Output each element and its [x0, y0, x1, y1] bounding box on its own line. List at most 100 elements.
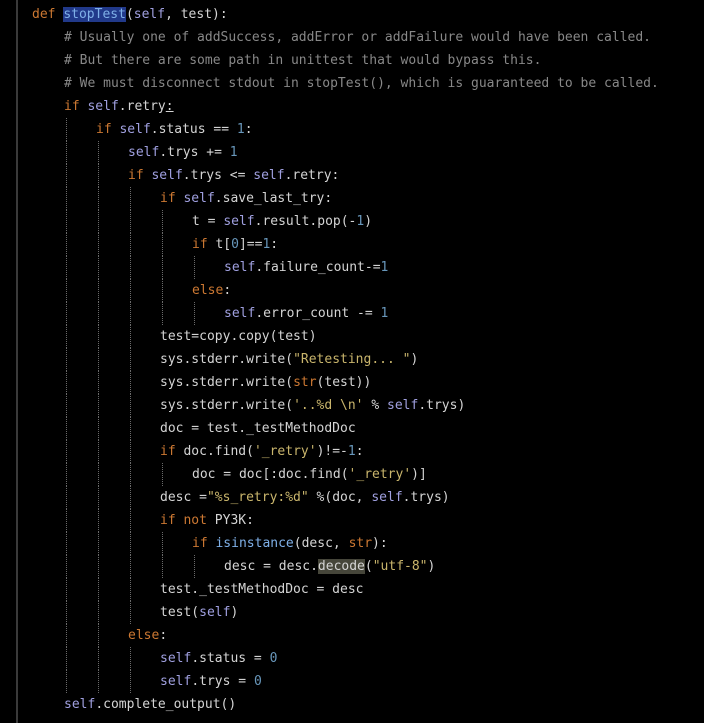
indent-guide [98, 417, 100, 440]
indent-guide [66, 555, 68, 578]
code-line[interactable]: sys.stderr.write("Retesting... ") [160, 348, 418, 371]
indent-guide [98, 486, 100, 509]
indent-guide [66, 210, 68, 233]
code-token: ) [410, 352, 419, 367]
code-line[interactable]: test=copy.copy(test) [160, 325, 317, 348]
code-line[interactable]: if doc.find('_retry')!=-1: [160, 440, 364, 463]
code-token: if [96, 122, 120, 137]
code-token: self [64, 697, 96, 712]
code-token: 1 [380, 260, 389, 275]
code-line[interactable]: self.failure_count-=1 [224, 256, 388, 279]
code-token: 1 [380, 306, 389, 321]
code-line[interactable]: self.trys += 1 [128, 141, 238, 164]
code-line[interactable]: else: [128, 624, 167, 647]
code-token: .retry [118, 99, 166, 114]
code-line[interactable]: if self.save_last_try: [160, 187, 332, 210]
indent-guide [98, 463, 100, 486]
indent-guide [98, 187, 100, 210]
indent-guide [98, 532, 100, 555]
code-line[interactable]: doc = test._testMethodDoc [160, 417, 356, 440]
indent-guide [66, 624, 68, 647]
indent-guide [162, 302, 164, 325]
code-line[interactable]: desc = desc.decode("utf-8") [224, 555, 435, 578]
code-line[interactable]: self.error_count -= 1 [224, 302, 388, 325]
code-token: .trys = [191, 674, 254, 689]
code-line[interactable]: t = self.result.pop(-1) [192, 210, 372, 233]
code-editor[interactable]: def stopTest(self, test): # Usually one o… [0, 0, 704, 723]
indent-guide [162, 233, 164, 256]
code-line[interactable]: self.complete_output() [64, 693, 236, 716]
code-token: '_retry' [253, 444, 317, 459]
indent-guide [98, 624, 100, 647]
code-line[interactable]: if self.status == 1: [96, 118, 253, 141]
code-line[interactable]: test(self) [160, 601, 238, 624]
indent-guide [194, 302, 196, 325]
code-line[interactable]: # We must disconnect stdout in stopTest(… [64, 72, 659, 95]
indent-guide [130, 555, 132, 578]
code-token: ]== [238, 237, 263, 252]
indent-guide [98, 210, 100, 233]
indent-guide [66, 440, 68, 463]
code-line[interactable]: if t[0]==1: [192, 233, 278, 256]
code-line[interactable]: # Usually one of addSuccess, addError or… [64, 26, 651, 49]
code-line[interactable]: sys.stderr.write('..%d \n' % self.trys) [160, 394, 465, 417]
code-token: desc = [160, 490, 207, 505]
code-token: : [159, 628, 168, 643]
code-line[interactable]: if isinstance(desc, str): [192, 532, 388, 555]
code-line[interactable]: # But there are some path in unittest th… [64, 49, 541, 72]
code-token: ( [364, 559, 373, 574]
code-token: 1 [236, 122, 245, 137]
indent-guide [66, 348, 68, 371]
code-token: )!=- [316, 444, 348, 459]
indent-guide [66, 532, 68, 555]
code-token: def [32, 7, 64, 22]
code-token: .error_count -= [255, 306, 381, 321]
indent-guide [98, 555, 100, 578]
code-token: : [270, 237, 279, 252]
code-token: 1 [347, 444, 356, 459]
code-line[interactable]: sys.stderr.write(str(test)) [160, 371, 371, 394]
indent-guide [162, 210, 164, 233]
code-token: self [128, 145, 160, 160]
indent-guide [130, 417, 132, 440]
indent-guide [130, 647, 132, 670]
code-line[interactable]: if not PY3K: [160, 509, 254, 532]
indent-guide [66, 509, 68, 532]
indent-guide [98, 440, 100, 463]
code-line[interactable]: else: [192, 279, 231, 302]
code-token: # Usually one of addSuccess, addError or… [64, 30, 651, 45]
indent-guide [130, 233, 132, 256]
indent-guide [162, 279, 164, 302]
indent-guide [130, 670, 132, 693]
code-line[interactable]: self.status = 0 [160, 647, 277, 670]
code-line[interactable]: if self.trys <= self.retry: [128, 164, 339, 187]
code-line[interactable]: if self.retry: [64, 95, 174, 118]
code-token: .trys) [402, 490, 450, 505]
code-token: else [128, 628, 160, 643]
code-token: if [192, 237, 216, 252]
code-token: test( [160, 605, 200, 620]
indent-guide [194, 256, 196, 279]
code-token: if [160, 191, 184, 206]
code-line[interactable]: doc = doc[:doc.find('_retry')] [192, 463, 427, 486]
indent-guide [98, 394, 100, 417]
code-token: if [128, 168, 152, 183]
code-line[interactable]: def stopTest(self, test): [32, 3, 228, 26]
code-token: self [183, 191, 215, 206]
indent-guide [162, 532, 164, 555]
code-line[interactable]: desc ="%s_retry:%d" %(doc, self.trys) [160, 486, 450, 509]
code-token: # But there are some path in unittest th… [64, 53, 542, 68]
code-token: sys.stderr.write( [160, 398, 294, 413]
code-token: self [253, 168, 285, 183]
indent-guide [130, 371, 132, 394]
gutter-divider [16, 0, 18, 723]
code-line[interactable]: test._testMethodDoc = desc [160, 578, 364, 601]
code-token: test._testMethodDoc = desc [160, 582, 364, 597]
indent-guide [98, 164, 100, 187]
indent-guide [66, 647, 68, 670]
code-line[interactable]: self.trys = 0 [160, 670, 262, 693]
code-token: % [363, 398, 387, 413]
indent-guide [130, 578, 132, 601]
code-token: t = [192, 214, 224, 229]
code-token: stopTest [63, 7, 126, 22]
